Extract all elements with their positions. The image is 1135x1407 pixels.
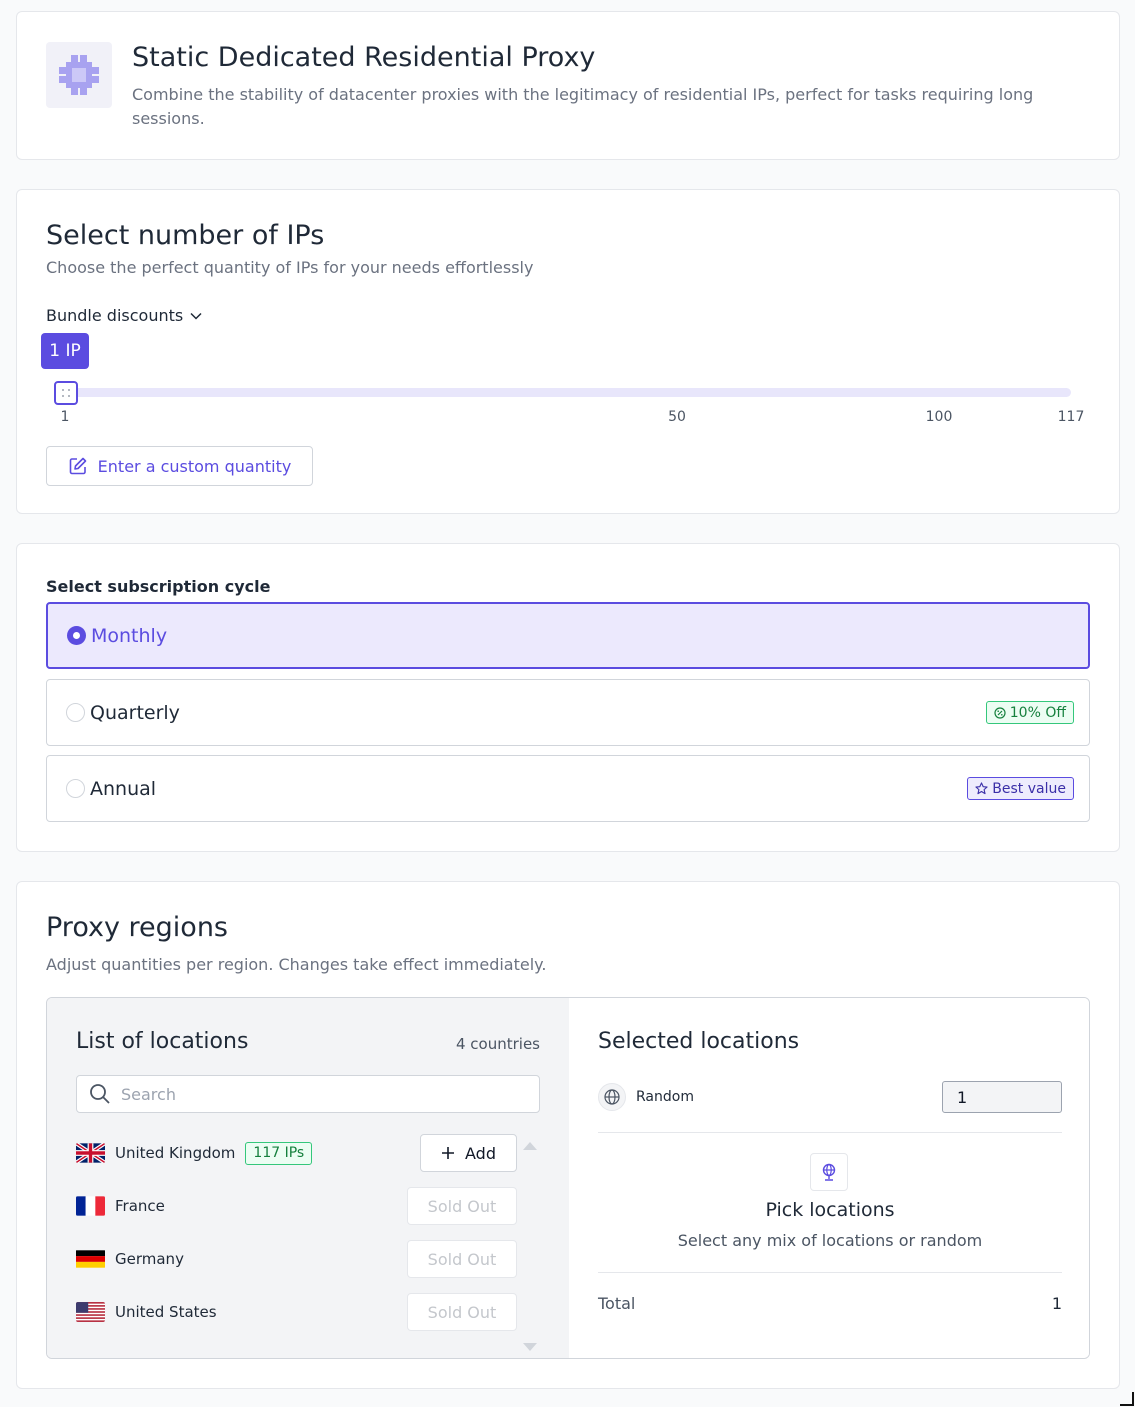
globe-icon [598,1083,626,1111]
slider-tick: 1 [60,409,70,425]
ip-slider-thumb[interactable] [54,381,78,405]
slider-tick: 117 [1057,409,1085,425]
best-value-label: Best value [992,780,1066,797]
location-pin-icon [810,1153,848,1191]
option-label: Annual [90,777,157,800]
search-input[interactable] [121,1084,521,1104]
custom-quantity-button[interactable]: Enter a custom quantity [46,446,313,486]
ip-slider-track[interactable] [65,388,1071,397]
option-quarterly[interactable]: Quarterly 10% Off [46,679,1090,746]
option-monthly[interactable]: Monthly [46,602,1090,669]
discount-badge-label: 10% Off [1009,704,1066,721]
locations-list-title: List of locations [76,1029,249,1054]
sold-out-button: Sold Out [407,1240,517,1278]
divider [598,1272,1062,1273]
subscription-card: Select subscription cycle Monthly Quarte… [16,543,1120,852]
total-value: 1 [1051,1294,1062,1313]
edit-icon [69,457,86,475]
uk-flag-icon [76,1143,105,1163]
proxy-chip-icon [46,42,112,108]
pick-locations-subtitle: Select any mix of locations or random [677,1231,983,1250]
slider-tick: 100 [925,409,953,425]
radio-monthly[interactable] [67,626,86,645]
location-row-uk: United Kingdom 117 IPs Add [76,1134,517,1172]
subscription-label: Select subscription cycle [46,577,271,596]
random-quantity-input[interactable] [942,1081,1062,1113]
star-icon [975,782,988,795]
location-name: United States [115,1303,217,1321]
ip-section-title: Select number of IPs [46,220,325,251]
random-label: Random [636,1089,694,1105]
add-label: Add [465,1143,496,1163]
country-count: 4 countries [455,1035,540,1053]
product-header-card: Static Dedicated Residential Proxy Combi… [16,11,1120,160]
add-location-button[interactable]: Add [420,1134,517,1172]
page-description: Combine the stability of datacenter prox… [132,85,1034,128]
option-label: Monthly [91,624,168,647]
selected-locations-panel: Selected locations Random 1 Pick locatio… [569,998,1089,1358]
sold-out-button: Sold Out [407,1293,517,1331]
option-annual[interactable]: Annual Best value [46,755,1090,822]
location-search[interactable] [76,1075,540,1113]
regions-panel: List of locations 4 countries Search Uni… [46,997,1090,1359]
location-name: United Kingdom [115,1144,236,1162]
ip-quantity-card: Select number of IPs Choose the perfect … [16,189,1120,514]
germany-flag-icon [76,1249,105,1269]
sold-out-button: Sold Out [407,1187,517,1225]
option-label: Quarterly [90,701,180,724]
divider [598,1132,1062,1133]
available-ips-badge: 117 IPs [245,1141,313,1165]
chevron-down-icon [190,312,202,320]
regions-subtitle: Adjust quantities per region. Changes ta… [46,955,547,974]
france-flag-icon [76,1196,105,1216]
resize-corner-icon [1120,1392,1134,1406]
discount-icon [994,706,1006,719]
bundle-discounts-label: Bundle discounts [46,306,184,325]
locations-list-panel: List of locations 4 countries Search Uni… [47,998,569,1358]
pick-locations-title: Pick locations [765,1199,895,1221]
regions-title: Proxy regions [46,912,228,943]
location-row-germany: Germany Sold Out [76,1240,517,1278]
scroll-down-arrow[interactable] [523,1343,537,1351]
bundle-discounts-toggle[interactable]: Bundle discounts [46,306,203,325]
slider-value-tooltip: 1 IP [41,333,89,369]
ip-section-subtitle: Choose the perfect quantity of IPs for y… [46,258,534,277]
selected-locations-title: Selected locations [598,1029,800,1054]
location-row-us: United States Sold Out [76,1293,517,1331]
proxy-regions-card: Proxy regions Adjust quantities per regi… [16,881,1120,1389]
custom-quantity-label: Enter a custom quantity [97,456,292,476]
scroll-up-arrow[interactable] [523,1142,537,1150]
us-flag-icon [76,1302,105,1322]
discount-badge: 10% Off [985,701,1074,724]
random-location-row: Random [598,1081,1062,1113]
location-name: France [115,1197,165,1215]
radio-annual[interactable] [66,779,85,798]
search-icon [90,1084,110,1104]
page-title: Static Dedicated Residential Proxy [132,42,596,73]
drag-handle-icon [62,389,70,397]
plus-icon [442,1147,454,1159]
total-label: Total [598,1294,636,1313]
best-value-badge: Best value [967,777,1074,800]
location-row-france: France Sold Out [76,1187,517,1225]
radio-quarterly[interactable] [66,703,85,722]
slider-tick: 50 [668,409,686,425]
location-name: Germany [115,1250,184,1268]
